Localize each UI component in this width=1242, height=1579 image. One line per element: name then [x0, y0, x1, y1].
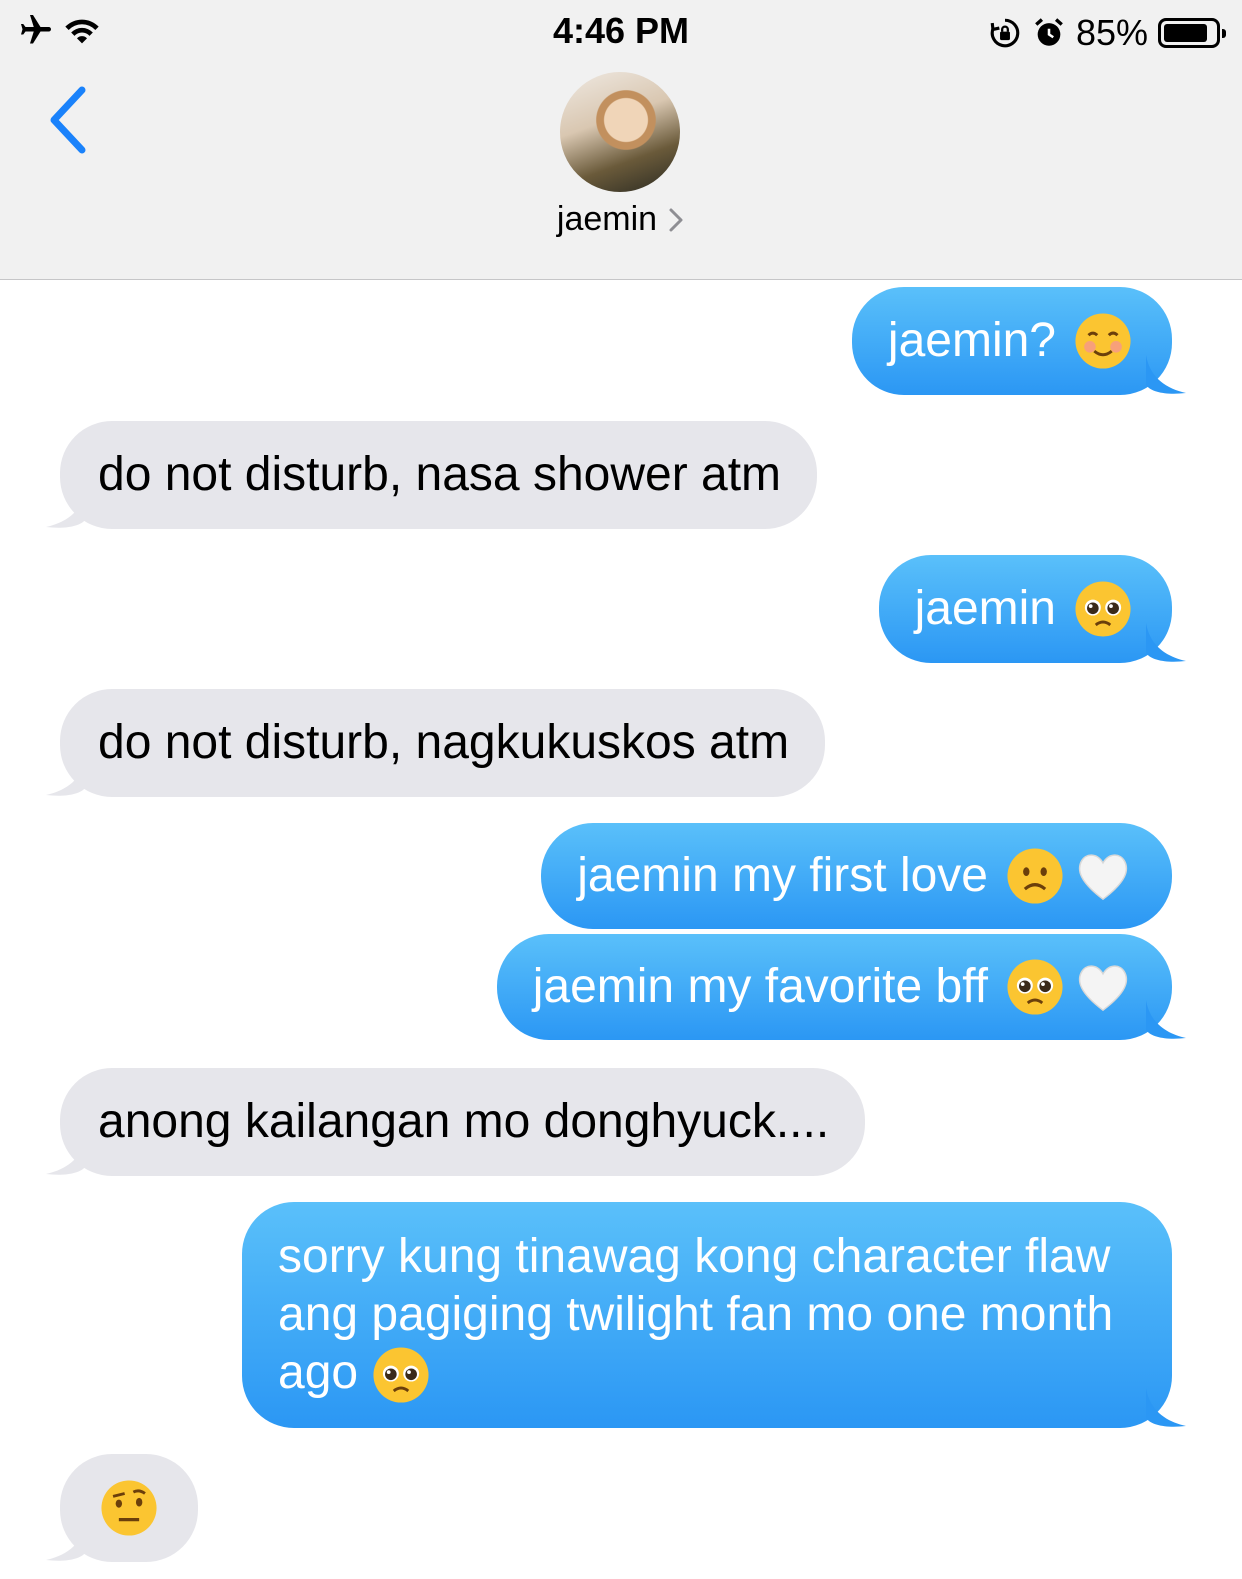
message-bubble-outgoing[interactable]: jaemin my favorite bff [496, 934, 1186, 1040]
message-text: jaemin my first love [577, 849, 988, 902]
white-heart-emoji [1078, 854, 1128, 901]
message-bubble-incoming[interactable]: anong kailangan mo donghyuck.... [46, 1068, 866, 1176]
bubble-tail [46, 489, 86, 528]
chevron-right-icon [669, 208, 683, 231]
frowning-face-emoji [1007, 848, 1063, 904]
message-text: jaemin? [887, 314, 1056, 367]
orientation-lock-icon [990, 18, 1020, 48]
pleading-face-emoji [1075, 581, 1131, 637]
message-text: anong kailangan mo donghyuck.... [98, 1095, 830, 1148]
message-text: jaemin my favorite bff [532, 960, 988, 1013]
bubble-tail [46, 1522, 86, 1561]
bubble-tail [1146, 355, 1186, 394]
message-bubble-outgoing[interactable]: jaemin my first love [541, 823, 1172, 929]
message-body: sorry kung tinawag kong character flaw a… [278, 1228, 1132, 1404]
status-right: 85% [988, 12, 1226, 54]
message-bubble-outgoing[interactable]: sorry kung tinawag kong character flaw a… [242, 1202, 1186, 1428]
battery-fill [1164, 24, 1207, 42]
pleading-face-emoji [373, 1347, 429, 1403]
message-bubble-incoming[interactable]: do not disturb, nagkukuskos atm [46, 689, 826, 797]
back-button[interactable] [44, 84, 100, 156]
white-heart-emoji [1078, 965, 1128, 1012]
message-thread[interactable]: jaemin? do not disturb, nasa shower atm … [0, 281, 1242, 1579]
message-bubble-incoming[interactable] [46, 1454, 198, 1562]
contact-avatar[interactable] [560, 72, 680, 192]
bubble-tail [1146, 1388, 1186, 1427]
contact-name: jaemin [556, 200, 658, 238]
battery-percent: 85% [1075, 12, 1148, 53]
raised-eyebrow-emoji [101, 1480, 157, 1536]
message-bubble-outgoing[interactable]: jaemin? [851, 287, 1186, 395]
pleading-face-emoji [1007, 959, 1063, 1015]
bubble-tail [46, 757, 86, 796]
contact-details-link[interactable]: jaemin [0, 200, 1242, 239]
bubble-tail [1146, 623, 1186, 662]
message-bubble-outgoing[interactable]: jaemin [878, 555, 1186, 663]
bubble-tail [46, 1136, 86, 1175]
message-text: do not disturb, nagkukuskos atm [98, 716, 790, 769]
chevron-left-icon [50, 86, 86, 154]
alarm-icon [1035, 18, 1063, 46]
message-text: jaemin [914, 582, 1056, 635]
conversation-header: 4:46 PM 85% jaemin [0, 0, 1242, 280]
battery-icon [1158, 18, 1226, 48]
message-text: do not disturb, nasa shower atm [98, 448, 782, 501]
bubble-tail [1146, 1000, 1186, 1039]
smiling-blush-emoji [1075, 313, 1131, 369]
message-bubble-incoming[interactable]: do not disturb, nasa shower atm [46, 421, 818, 529]
